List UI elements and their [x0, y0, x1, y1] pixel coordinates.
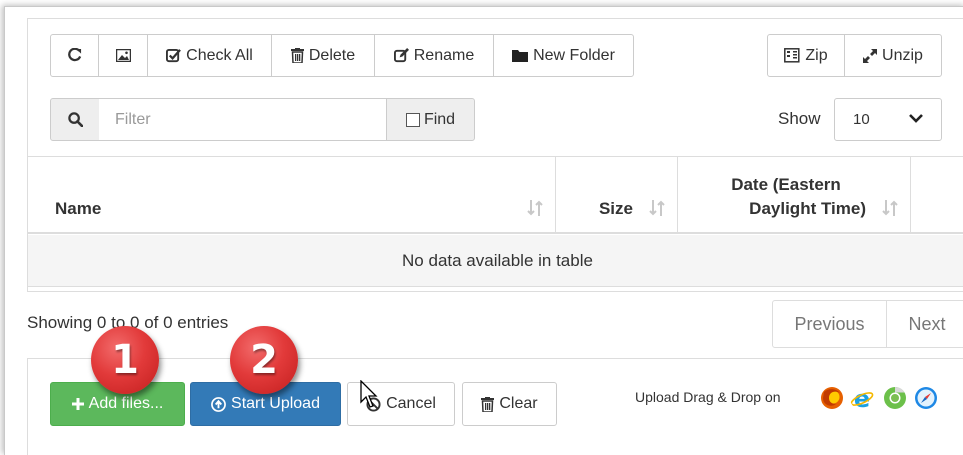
refresh-button[interactable] [50, 34, 99, 77]
firefox-icon [821, 387, 843, 409]
zip-button[interactable]: Zip [767, 34, 845, 77]
table-header: Name Size Date (Eastern Daylight Time) [28, 156, 963, 234]
find-checkbox[interactable] [405, 112, 420, 127]
show-label: Show [778, 109, 821, 128]
start-upload-label: Start Upload [231, 395, 320, 412]
image-button[interactable] [98, 34, 148, 77]
rename-label: Rename [413, 46, 475, 64]
new-folder-button[interactable]: New Folder [493, 34, 634, 77]
unzip-label: Unzip [882, 46, 923, 64]
edit-icon [393, 48, 409, 63]
page-size-select[interactable]: 10 [834, 98, 942, 141]
find-label: Find [423, 110, 456, 128]
search-addon [50, 98, 100, 141]
expand-icon [863, 48, 878, 63]
plus-icon [71, 398, 84, 410]
cancel-label: Cancel [386, 395, 436, 412]
circle-arrow-up-icon [211, 396, 226, 412]
mouse-pointer-icon [360, 380, 378, 408]
column-header-size[interactable]: Size [556, 157, 678, 233]
unzip-button[interactable]: Unzip [844, 34, 942, 77]
check-all-button[interactable]: Check All [147, 34, 272, 77]
clear-button[interactable]: Clear [462, 382, 557, 426]
zip-label: Zip [805, 46, 828, 64]
delete-label: Delete [308, 46, 356, 64]
column-name-label: Name [55, 199, 102, 218]
previous-page-button[interactable]: Previous [772, 300, 887, 348]
new-folder-label: New Folder [533, 46, 615, 64]
check-all-label: Check All [186, 46, 253, 64]
empty-table-message: No data available in table [28, 235, 963, 287]
rename-button[interactable]: Rename [374, 34, 494, 77]
page-size-value: 10 [853, 111, 870, 128]
sort-icon [527, 200, 543, 216]
zip-archive-icon [784, 48, 800, 63]
step-1-badge: 1 [91, 326, 159, 394]
column-size-label: Size [598, 199, 633, 218]
delete-button[interactable]: Delete [271, 34, 375, 77]
step-2-badge: 2 [230, 326, 298, 394]
image-icon [115, 49, 131, 62]
filter-input[interactable] [99, 98, 387, 141]
drag-drop-label: Upload Drag & Drop on [635, 389, 781, 405]
column-header-name[interactable]: Name [28, 157, 556, 233]
find-toggle[interactable]: Find [386, 98, 475, 141]
search-icon [67, 112, 83, 127]
trash-icon [290, 48, 304, 63]
chevron-down-icon [909, 111, 923, 129]
column-header-extra [911, 157, 963, 233]
trash-icon [481, 396, 495, 412]
safari-icon [915, 387, 937, 409]
internet-explorer-icon: e [850, 386, 874, 410]
next-page-button[interactable]: Next [886, 300, 963, 348]
refresh-icon [68, 48, 82, 62]
folder-icon [512, 49, 529, 62]
sort-icon [649, 200, 665, 216]
clear-label: Clear [499, 395, 538, 412]
column-date-label-line2: Daylight Time) [749, 199, 866, 218]
sort-icon [882, 200, 898, 216]
chrome-icon [884, 387, 906, 409]
add-files-label: Add files... [88, 395, 164, 412]
check-square-icon [166, 48, 182, 63]
column-header-date[interactable]: Date (Eastern Daylight Time) [678, 157, 911, 233]
column-date-label-line1: Date (Eastern [731, 175, 841, 194]
